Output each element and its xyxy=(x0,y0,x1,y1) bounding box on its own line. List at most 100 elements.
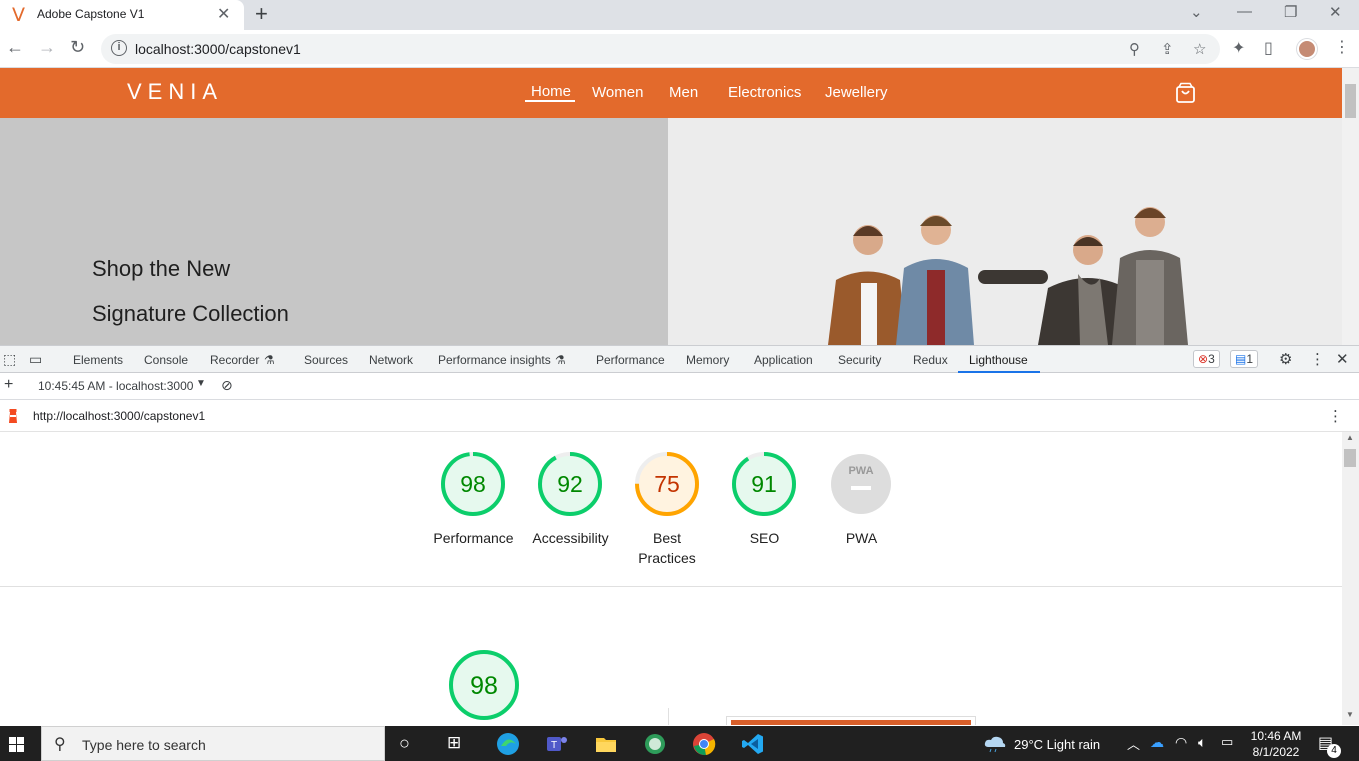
address-bar[interactable]: i localhost:3000/capstonev1 ⚲ ⇪ ☆ xyxy=(101,34,1220,64)
cloud-rain-icon[interactable] xyxy=(983,735,1007,753)
pwa-dash-icon xyxy=(851,486,871,490)
weather-text[interactable]: 29°C Light rain xyxy=(1014,737,1100,752)
tab-lighthouse[interactable]: Lighthouse xyxy=(969,353,1028,367)
error-count-badge[interactable]: ⊗3 xyxy=(1193,350,1220,368)
profile-avatar[interactable] xyxy=(1297,39,1317,59)
message-count-badge[interactable]: ▤1 xyxy=(1230,350,1259,368)
share-icon[interactable]: ⇪ xyxy=(1161,40,1174,58)
wifi-icon[interactable]: ◠ xyxy=(1175,734,1187,751)
gauge-label[interactable]: PWA xyxy=(813,528,910,548)
close-window-button[interactable]: ✕ xyxy=(1329,3,1342,21)
tab-performance-insights[interactable]: Performance insights xyxy=(438,353,551,367)
gauge-label[interactable]: SEO xyxy=(716,528,813,548)
settings-gear-icon[interactable]: ⚙ xyxy=(1279,350,1292,368)
volume-icon[interactable]: 🔈︎ xyxy=(1198,734,1206,751)
svg-text:T: T xyxy=(551,740,557,751)
tab-performance[interactable]: Performance xyxy=(596,353,665,367)
nav-electronics[interactable]: Electronics xyxy=(728,84,801,101)
gauge-ring xyxy=(831,454,891,514)
forward-button[interactable]: → xyxy=(38,37,56,58)
tab-security[interactable]: Security xyxy=(838,353,881,367)
scroll-down-arrow-icon[interactable]: ▼ xyxy=(1346,710,1354,719)
score-gauge-performance[interactable]: 98 xyxy=(440,451,506,517)
new-tab-button[interactable]: + xyxy=(255,1,268,27)
nav-men[interactable]: Men xyxy=(669,84,698,101)
search-placeholder[interactable]: Type here to search xyxy=(82,737,206,753)
tab-network[interactable]: Network xyxy=(369,353,413,367)
report-scrollbar[interactable]: ▲ ▼ xyxy=(1342,432,1359,725)
tab-application[interactable]: Application xyxy=(754,353,813,367)
shopping-bag-icon[interactable] xyxy=(1175,82,1196,104)
teams-icon[interactable]: T xyxy=(545,732,569,756)
nav-home[interactable]: Home xyxy=(531,83,571,100)
report-url[interactable]: http://localhost:3000/capstonev1 xyxy=(33,409,205,423)
taskbar-search-box[interactable]: ⚲ Type here to search xyxy=(41,726,385,761)
browser-toolbar: ← → ↻ i localhost:3000/capstonev1 ⚲ ⇪ ☆ … xyxy=(0,30,1359,68)
report-dropdown-icon[interactable]: ▼ xyxy=(196,378,206,389)
restore-button[interactable]: ❐ xyxy=(1284,3,1297,21)
site-header: VENIA Home Women Men Electronics Jewelle… xyxy=(0,68,1342,118)
scroll-up-arrow-icon[interactable]: ▲ xyxy=(1346,433,1354,442)
nav-jewellery[interactable]: Jewellery xyxy=(825,84,888,101)
score-gauge-seo[interactable]: 91 xyxy=(731,451,797,517)
minimize-button[interactable]: — xyxy=(1237,3,1252,20)
browser-tab-strip: V Adobe Capstone V1 ✕ + ⌄ — ❐ ✕ xyxy=(0,0,1359,30)
error-icon: ⊗ xyxy=(1198,352,1209,366)
score-gauge-pwa[interactable]: PWA xyxy=(828,451,894,517)
close-tab-icon[interactable]: ✕ xyxy=(217,4,230,24)
gauge-score: 75 xyxy=(654,471,680,497)
edge-browser-icon[interactable] xyxy=(496,732,520,756)
clear-reports-icon[interactable]: ⊘ xyxy=(221,377,233,394)
gauge-label[interactable]: Performance xyxy=(425,528,522,548)
report-scrollbar-thumb[interactable] xyxy=(1344,449,1356,467)
new-report-plus-icon[interactable]: + xyxy=(4,376,13,394)
tab-recorder[interactable]: Recorder xyxy=(210,353,259,367)
close-devtools-icon[interactable]: ✕ xyxy=(1336,350,1349,368)
devtools-menu-icon[interactable]: ⋮ xyxy=(1310,350,1325,368)
chrome-menu-icon[interactable]: ⋮ xyxy=(1334,37,1350,57)
hero-heading-line2: Signature Collection xyxy=(92,301,289,326)
task-view-icon[interactable]: ⊞ xyxy=(447,733,461,753)
venia-logo[interactable]: VENIA xyxy=(127,79,223,105)
clock-date[interactable]: 8/1/2022 xyxy=(1250,745,1302,759)
gauge-score: 98 xyxy=(460,471,486,497)
tab-elements[interactable]: Elements xyxy=(73,353,123,367)
tab-sources[interactable]: Sources xyxy=(304,353,348,367)
extensions-icon[interactable]: ✦ xyxy=(1232,38,1245,58)
browser-tab[interactable]: V Adobe Capstone V1 ✕ xyxy=(0,0,244,30)
hero-heading-line1: Shop the New xyxy=(92,256,231,281)
tab-redux[interactable]: Redux xyxy=(913,353,948,367)
globe-app-icon[interactable] xyxy=(643,732,667,756)
back-button[interactable]: ← xyxy=(6,37,24,58)
cortana-icon[interactable]: ○ xyxy=(399,733,410,754)
clock-time[interactable]: 10:46 AM xyxy=(1250,729,1302,743)
windows-start-icon[interactable] xyxy=(9,737,24,752)
reload-button[interactable]: ↻ xyxy=(70,37,85,58)
site-info-icon[interactable]: i xyxy=(111,40,127,56)
onedrive-cloud-icon[interactable]: ☁ xyxy=(1150,734,1164,751)
score-gauge-best-practices[interactable]: 75 xyxy=(634,451,700,517)
vscode-icon[interactable] xyxy=(741,732,765,756)
zoom-icon[interactable]: ⚲ xyxy=(1129,40,1140,58)
battery-icon[interactable]: ▭ xyxy=(1221,734,1233,750)
report-menu-icon[interactable]: ⋮ xyxy=(1328,407,1343,425)
page-scrollbar-thumb[interactable] xyxy=(1345,84,1356,118)
side-panel-icon[interactable]: ▯ xyxy=(1264,38,1273,58)
score-gauge-accessibility[interactable]: 92 xyxy=(537,451,603,517)
url-text[interactable]: localhost:3000/capstonev1 xyxy=(135,41,301,57)
tab-console[interactable]: Console xyxy=(144,353,188,367)
file-explorer-icon[interactable] xyxy=(594,732,618,756)
tab-memory[interactable]: Memory xyxy=(686,353,729,367)
page-scrollbar[interactable] xyxy=(1342,68,1359,345)
report-selector[interactable]: 10:45:45 AM - localhost:3000 xyxy=(38,379,193,393)
show-hidden-icons-chevron-icon[interactable]: ︿ xyxy=(1127,734,1140,753)
tab-search-icon[interactable]: ⌄ xyxy=(1190,3,1203,21)
gauge-label[interactable]: Best Practices xyxy=(637,528,697,568)
gauge-score: 92 xyxy=(557,471,583,497)
device-toolbar-icon[interactable]: ▭ xyxy=(29,351,42,368)
nav-women[interactable]: Women xyxy=(592,84,643,101)
gauge-label[interactable]: Accessibility xyxy=(522,528,619,548)
inspect-element-icon[interactable]: ⬚ xyxy=(3,351,16,368)
chrome-browser-icon[interactable] xyxy=(692,732,716,756)
bookmark-star-icon[interactable]: ☆ xyxy=(1193,40,1206,58)
